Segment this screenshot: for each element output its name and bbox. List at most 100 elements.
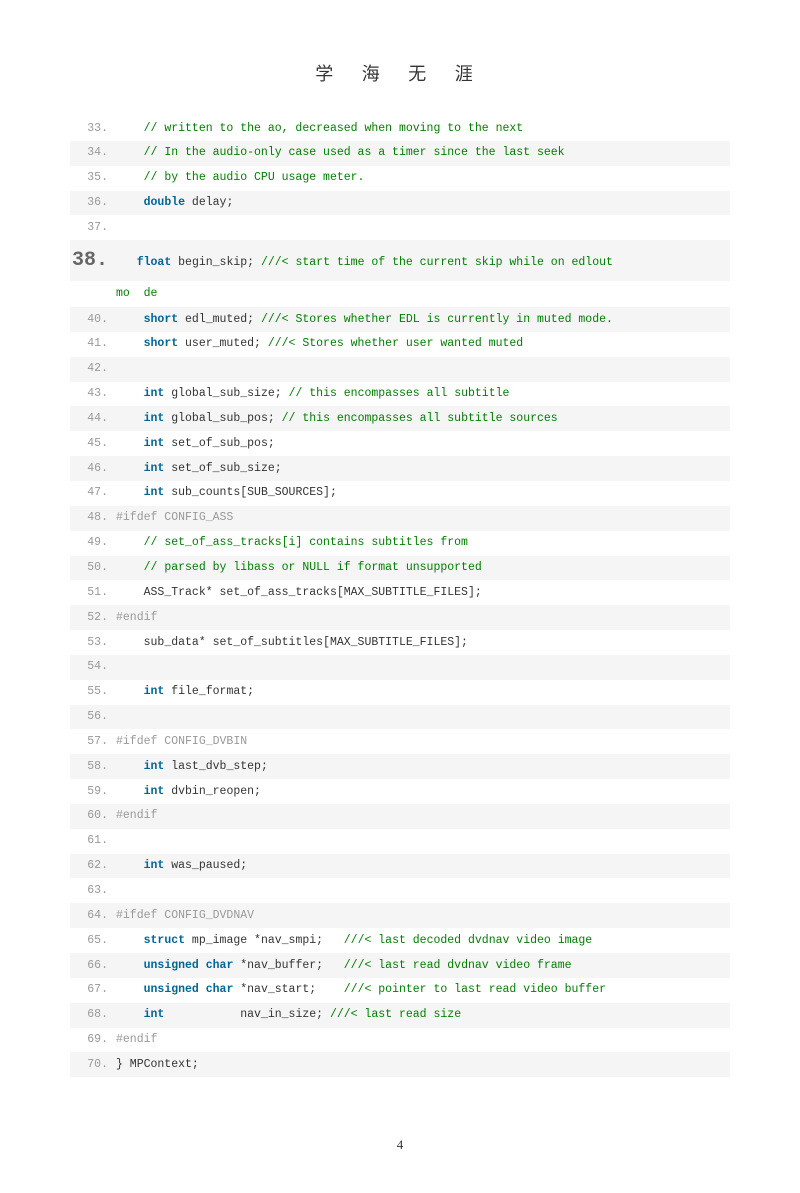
code-line: 57.#ifdef CONFIG_DVBIN — [70, 729, 730, 754]
page-title: 学 海 无 涯 — [70, 60, 730, 86]
code-line-wrap: mo de — [70, 281, 730, 307]
code-content: int set_of_sub_size; — [116, 458, 730, 480]
code-content: } MPContext; — [116, 1054, 730, 1076]
code-content: float begin_skip; ///< start time of the… — [116, 252, 730, 274]
code-line: 66. unsigned char *nav_buffer; ///< last… — [70, 953, 730, 978]
code-line: 63. — [70, 878, 730, 903]
code-line: 59. int dvbin_reopen; — [70, 779, 730, 804]
code-content — [116, 880, 730, 902]
code-content: int last_dvb_step; — [116, 756, 730, 778]
code-line: 60.#endif — [70, 804, 730, 829]
code-content: ASS_Track* set_of_ass_tracks[MAX_SUBTITL… — [116, 582, 730, 604]
code-content: #endif — [116, 1029, 730, 1051]
code-content — [116, 706, 730, 728]
code-line: 70.} MPContext; — [70, 1052, 730, 1077]
code-content: // written to the ao, decreased when mov… — [116, 118, 730, 140]
line-number: 50. — [70, 557, 116, 579]
code-line: 67. unsigned char *nav_start; ///< point… — [70, 978, 730, 1003]
code-line: 36. double delay; — [70, 191, 730, 216]
code-content: #ifdef CONFIG_ASS — [116, 507, 730, 529]
code-line: 58. int last_dvb_step; — [70, 754, 730, 779]
line-number: 59. — [70, 781, 116, 803]
line-number: 40. — [70, 309, 116, 331]
code-line: 41. short user_muted; ///< Stores whethe… — [70, 332, 730, 357]
line-number: 37. — [70, 217, 116, 239]
code-line: 40. short edl_muted; ///< Stores whether… — [70, 307, 730, 332]
line-number: 64. — [70, 905, 116, 927]
code-content: int file_format; — [116, 681, 730, 703]
code-line: 42. — [70, 357, 730, 382]
code-line: 37. — [70, 215, 730, 240]
code-content: short user_muted; ///< Stores whether us… — [116, 333, 730, 355]
code-content: sub_data* set_of_subtitles[MAX_SUBTITLE_… — [116, 632, 730, 654]
line-number: 56. — [70, 706, 116, 728]
line-number: 41. — [70, 333, 116, 355]
code-line: 45. int set_of_sub_pos; — [70, 431, 730, 456]
line-number: 70. — [70, 1054, 116, 1076]
code-line: 62. int was_paused; — [70, 854, 730, 879]
code-content: // by the audio CPU usage meter. — [116, 167, 730, 189]
code-content — [116, 656, 730, 678]
code-line: 55. int file_format; — [70, 680, 730, 705]
code-content: int nav_in_size; ///< last read size — [116, 1004, 730, 1026]
code-content — [116, 217, 730, 239]
code-line: 68. int nav_in_size; ///< last read size — [70, 1003, 730, 1028]
line-number: 36. — [70, 192, 116, 214]
code-line: 35. // by the audio CPU usage meter. — [70, 166, 730, 191]
code-line: 53. sub_data* set_of_subtitles[MAX_SUBTI… — [70, 630, 730, 655]
document-page: 学 海 无 涯 33. // written to the ao, decrea… — [0, 0, 800, 1193]
line-number: 38. — [70, 242, 116, 280]
code-line: 49. // set_of_ass_tracks[i] contains sub… — [70, 531, 730, 556]
code-content: // set_of_ass_tracks[i] contains subtitl… — [116, 532, 730, 554]
line-number: 57. — [70, 731, 116, 753]
code-content: unsigned char *nav_start; ///< pointer t… — [116, 979, 730, 1001]
code-content: short edl_muted; ///< Stores whether EDL… — [116, 309, 730, 331]
line-number: 53. — [70, 632, 116, 654]
line-number: 44. — [70, 408, 116, 430]
line-number: 65. — [70, 930, 116, 952]
code-line: 34. // In the audio-only case used as a … — [70, 141, 730, 166]
code-content: int global_sub_size; // this encompasses… — [116, 383, 730, 405]
code-content — [116, 358, 730, 380]
line-number: 58. — [70, 756, 116, 778]
code-content: // In the audio-only case used as a time… — [116, 142, 730, 164]
line-number: 60. — [70, 805, 116, 827]
line-number: 47. — [70, 482, 116, 504]
line-number: 67. — [70, 979, 116, 1001]
code-line: 43. int global_sub_size; // this encompa… — [70, 382, 730, 407]
code-content: #ifdef CONFIG_DVBIN — [116, 731, 730, 753]
line-number: 69. — [70, 1029, 116, 1051]
line-number: 66. — [70, 955, 116, 977]
line-number: 49. — [70, 532, 116, 554]
line-number: 46. — [70, 458, 116, 480]
line-number: 61. — [70, 830, 116, 852]
line-number: 63. — [70, 880, 116, 902]
code-line: 44. int global_sub_pos; // this encompas… — [70, 406, 730, 431]
code-line: 56. — [70, 705, 730, 730]
code-block: 33. // written to the ao, decreased when… — [70, 116, 730, 1077]
line-number: 35. — [70, 167, 116, 189]
page-number: 4 — [70, 1137, 730, 1153]
line-number: 43. — [70, 383, 116, 405]
code-content: #ifdef CONFIG_DVDNAV — [116, 905, 730, 927]
code-content: int set_of_sub_pos; — [116, 433, 730, 455]
code-line: 48.#ifdef CONFIG_ASS — [70, 506, 730, 531]
line-number: 48. — [70, 507, 116, 529]
code-line: 50. // parsed by libass or NULL if forma… — [70, 556, 730, 581]
line-number: 45. — [70, 433, 116, 455]
code-line: 65. struct mp_image *nav_smpi; ///< last… — [70, 928, 730, 953]
code-content — [116, 830, 730, 852]
code-content: #endif — [116, 805, 730, 827]
line-number: 52. — [70, 607, 116, 629]
code-line: 61. — [70, 829, 730, 854]
code-content: struct mp_image *nav_smpi; ///< last dec… — [116, 930, 730, 952]
code-content: double delay; — [116, 192, 730, 214]
code-line: 33. // written to the ao, decreased when… — [70, 116, 730, 141]
line-number: 55. — [70, 681, 116, 703]
code-line: 64.#ifdef CONFIG_DVDNAV — [70, 903, 730, 928]
code-content: #endif — [116, 607, 730, 629]
code-line: 47. int sub_counts[SUB_SOURCES]; — [70, 481, 730, 506]
code-content: unsigned char *nav_buffer; ///< last rea… — [116, 955, 730, 977]
code-content: // parsed by libass or NULL if format un… — [116, 557, 730, 579]
code-line: 46. int set_of_sub_size; — [70, 456, 730, 481]
